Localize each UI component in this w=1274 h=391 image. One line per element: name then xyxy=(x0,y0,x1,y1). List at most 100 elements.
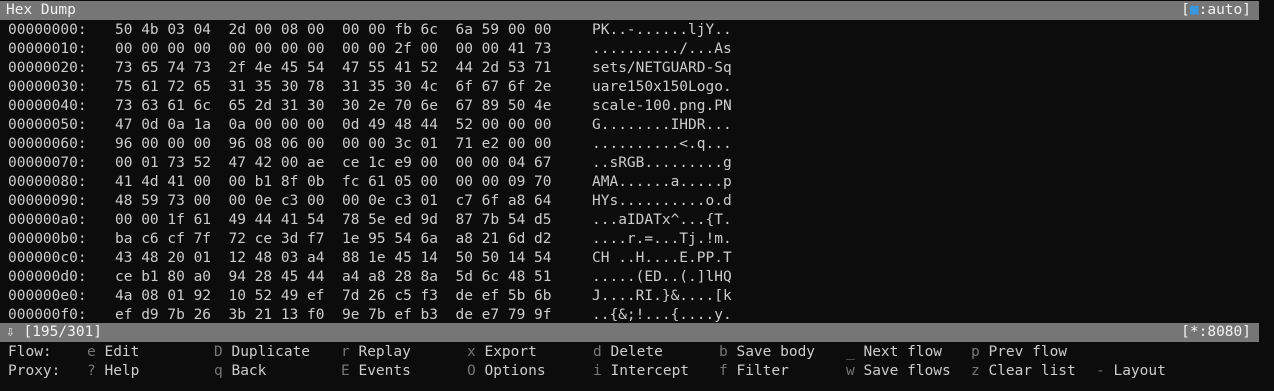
hex-offset: 000000b0: xyxy=(8,231,87,247)
hex-bytes: 96 00 00 00 96 08 06 00 00 00 3c 01 71 e… xyxy=(115,136,552,152)
key-hint: x xyxy=(467,344,476,360)
key-hint: b xyxy=(719,344,728,360)
keybinding-edit[interactable]: e Edit xyxy=(87,343,139,362)
flow-position-label: [195/301] xyxy=(23,324,103,340)
view-mode-label: :auto] xyxy=(1198,2,1251,18)
ascii-preview: uare150x150Logo. xyxy=(592,79,732,95)
keybinding-next-flow[interactable]: _ Next flow xyxy=(846,343,942,362)
hex-offset: 00000050: xyxy=(8,117,87,133)
keybinding-replay[interactable]: r Replay xyxy=(341,343,411,362)
key-label: Delete xyxy=(610,344,663,360)
key-label: Next flow xyxy=(863,344,943,360)
key-hint: ? xyxy=(87,363,96,379)
ascii-preview: ...aIDATx^...{T. xyxy=(592,212,732,228)
key-label: Edit xyxy=(104,344,140,360)
hex-bytes: ba c6 cf 7f 72 ce 3d f7 1e 95 54 6a a8 2… xyxy=(115,231,552,247)
ascii-preview: sets/NETGUARD-Sq xyxy=(592,60,732,76)
hex-offset: 00000000: xyxy=(8,22,87,38)
hex-offset: 00000090: xyxy=(8,193,87,209)
key-label: Intercept xyxy=(610,363,690,379)
hex-offset: 00000030: xyxy=(8,79,87,95)
key-label: Export xyxy=(484,344,537,360)
key-hint: z xyxy=(971,363,980,379)
key-label: Clear list xyxy=(988,363,1076,379)
flow-label: Flow: xyxy=(8,344,52,360)
ascii-preview: .....(ED..(.]lHQ xyxy=(592,269,732,285)
key-hint: i xyxy=(593,363,602,379)
hex-bytes: 41 4d 41 00 00 b1 8f 0b fc 61 05 00 00 0… xyxy=(115,174,552,190)
hex-bytes: 4a 08 01 92 10 52 49 ef 7d 26 c5 f3 de e… xyxy=(115,288,552,304)
hex-offset: 00000070: xyxy=(8,155,87,171)
hex-bytes: 75 61 72 65 31 35 30 78 31 35 30 4c 6f 6… xyxy=(115,79,552,95)
ascii-preview: ..sRGB.........g xyxy=(592,155,732,171)
ascii-preview: G........IHDR... xyxy=(592,117,732,133)
key-hint: _ xyxy=(846,344,855,360)
keybinding-save-flows[interactable]: w Save flows xyxy=(846,362,951,381)
keybinding-intercept[interactable]: i Intercept xyxy=(593,362,689,381)
key-label: Options xyxy=(484,363,546,379)
keybinding-layout[interactable]: - Layout xyxy=(1096,362,1166,381)
hex-bytes: 73 63 61 6c 65 2d 31 30 30 2e 70 6e 67 8… xyxy=(115,98,552,114)
ascii-preview: scale-100.png.PN xyxy=(592,98,732,114)
ascii-preview: ........../...As xyxy=(592,41,732,57)
key-label: Save flows xyxy=(863,363,951,379)
keybinding-filter[interactable]: f Filter xyxy=(719,362,789,381)
view-mode-dot-icon: ■ xyxy=(1189,2,1199,18)
scrollbar[interactable] xyxy=(1260,0,1274,391)
key-hint: e xyxy=(87,344,96,360)
key-label: Filter xyxy=(736,363,789,379)
key-hint: - xyxy=(1096,363,1105,379)
hex-offset: 000000c0: xyxy=(8,250,87,266)
ascii-preview: CH ..H....E.PP.T xyxy=(592,250,732,266)
hex-bytes: 73 65 74 73 2f 4e 45 54 47 55 41 52 44 2… xyxy=(115,60,552,76)
hex-offset: 00000010: xyxy=(8,41,87,57)
hex-bytes: ce b1 80 a0 94 28 45 44 a4 a8 28 8a 5d 6… xyxy=(115,269,552,285)
title-bar: Hex Dump [■:auto] xyxy=(0,1,1259,20)
keybinding-back[interactable]: q Back xyxy=(214,362,266,381)
key-hint: f xyxy=(719,363,728,379)
ascii-preview: ..........<.q... xyxy=(592,136,732,152)
key-label: Help xyxy=(104,363,140,379)
keybinding-events[interactable]: E Events xyxy=(341,362,411,381)
ascii-preview: J....RI.}&....[k xyxy=(592,288,732,304)
key-hint: E xyxy=(341,363,350,379)
ascii-preview: AMA......a.....p xyxy=(592,174,732,190)
keybinding-prev-flow[interactable]: p Prev flow xyxy=(971,343,1067,362)
hex-bytes: 48 59 73 00 00 0e c3 00 00 0e c3 01 c7 6… xyxy=(115,193,552,209)
hex-offset: 000000d0: xyxy=(8,269,87,285)
keybinding-delete[interactable]: d Delete xyxy=(593,343,663,362)
status-bar: ⇩ [195/301] [*:8080] xyxy=(0,323,1259,342)
hex-offset: 00000060: xyxy=(8,136,87,152)
key-hint: r xyxy=(341,344,350,360)
key-label: Events xyxy=(358,363,411,379)
hex-offset: 000000a0: xyxy=(8,212,87,228)
hex-offset: 00000040: xyxy=(8,98,87,114)
view-title: Hex Dump xyxy=(6,2,76,18)
keybinding-duplicate[interactable]: D Duplicate xyxy=(214,343,310,362)
key-label: Replay xyxy=(358,344,411,360)
key-hint: d xyxy=(593,344,602,360)
keybinding-save-body[interactable]: b Save body xyxy=(719,343,815,362)
key-hint: O xyxy=(467,363,476,379)
key-hint: w xyxy=(846,363,855,379)
hex-offset: 00000020: xyxy=(8,60,87,76)
keybinding-options[interactable]: O Options xyxy=(467,362,546,381)
proxy-label: Proxy: xyxy=(8,363,61,379)
view-mode-bracket: [ xyxy=(1181,2,1190,18)
hex-bytes: 00 00 00 00 00 00 00 00 00 00 2f 00 00 0… xyxy=(115,41,552,57)
keybinding-clear-list[interactable]: z Clear list xyxy=(971,362,1076,381)
keybinding-help[interactable]: ? Help xyxy=(87,362,139,381)
hex-bytes: 43 48 20 01 12 48 03 a4 88 1e 45 14 50 5… xyxy=(115,250,552,266)
hex-bytes: 47 0d 0a 1a 0a 00 00 00 0d 49 48 44 52 0… xyxy=(115,117,552,133)
key-label: Back xyxy=(231,363,267,379)
hex-offset: 000000e0: xyxy=(8,288,87,304)
key-label: Layout xyxy=(1113,363,1166,379)
key-label: Save body xyxy=(736,344,816,360)
key-hint: q xyxy=(214,363,223,379)
view-mode-indicator[interactable]: [■:auto] xyxy=(1181,1,1251,20)
ascii-preview: ....r.=...Tj.!m. xyxy=(592,231,732,247)
hex-offset: 00000080: xyxy=(8,174,87,190)
ascii-preview: PK..-......ljY.. xyxy=(592,22,732,38)
hex-bytes: 00 01 73 52 47 42 00 ae ce 1c e9 00 00 0… xyxy=(115,155,552,171)
keybinding-export[interactable]: x Export xyxy=(467,343,537,362)
